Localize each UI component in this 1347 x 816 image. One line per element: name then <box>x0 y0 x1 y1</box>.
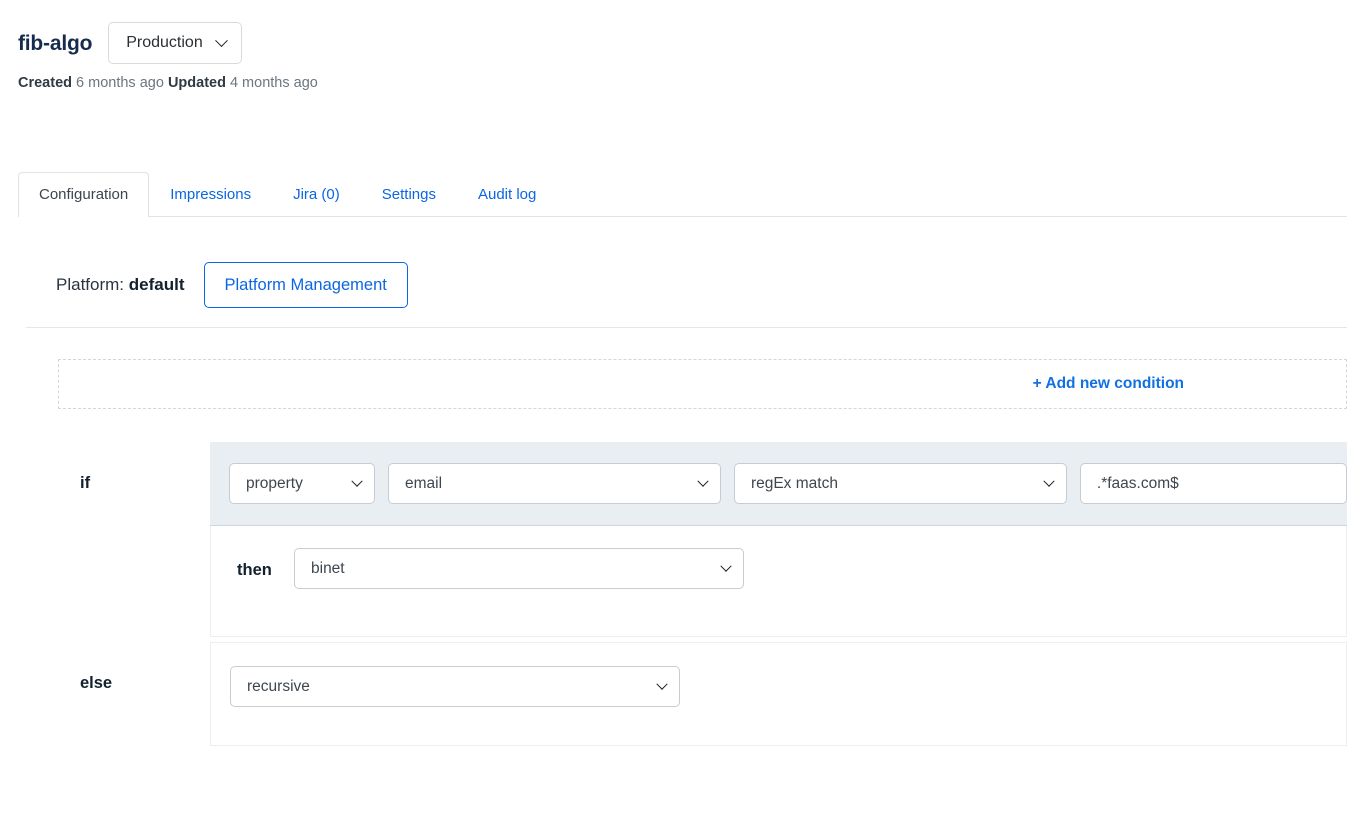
environment-value: Production <box>126 34 203 51</box>
tab-audit-log-label: Audit log <box>477 186 537 203</box>
tab-bar: Configuration Impressions Jira (0) Setti… <box>18 172 1347 217</box>
chevron-down-icon <box>351 475 363 487</box>
tab-impressions[interactable]: Impressions <box>149 172 272 216</box>
operator-select[interactable]: regEx match <box>733 463 1067 504</box>
tab-impressions-label: Impressions <box>170 186 252 203</box>
property-type-value: property <box>246 474 303 492</box>
add-new-condition-link[interactable]: + Add new condition <box>1033 375 1184 393</box>
condition-value-text: .*faas.com$ <box>1096 474 1179 492</box>
property-name-select[interactable]: email <box>387 463 721 504</box>
tab-configuration[interactable]: Configuration <box>18 172 150 217</box>
tab-jira-label: Jira (0) <box>293 186 340 203</box>
then-value: binet <box>311 559 345 577</box>
page-header: fib-algo Production Created 6 months ago… <box>18 22 318 91</box>
chevron-down-icon <box>1043 475 1055 487</box>
chevron-down-icon <box>697 475 709 487</box>
platform-label: Platform: default <box>56 275 185 295</box>
property-name-value: email <box>404 474 443 492</box>
else-value-select[interactable]: recursive <box>230 666 680 707</box>
tab-settings[interactable]: Settings <box>361 172 457 216</box>
operator-value: regEx match <box>750 474 838 492</box>
created-value: 6 months ago <box>76 75 164 91</box>
updated-value: 4 months ago <box>229 75 318 91</box>
tab-settings-label: Settings <box>381 186 436 203</box>
title-row: fib-algo Production <box>18 22 318 64</box>
condition-value-input[interactable]: .*faas.com$ <box>1079 463 1347 504</box>
environment-dropdown[interactable]: Production <box>108 22 242 64</box>
tab-jira[interactable]: Jira (0) <box>272 172 361 216</box>
platform-management-label: Platform Management <box>224 275 387 294</box>
platform-row: Platform: default Platform Management <box>56 262 408 308</box>
property-type-select[interactable]: property <box>229 463 375 504</box>
updated-label: Updated <box>167 75 226 91</box>
else-block: else recursive <box>0 642 1347 746</box>
platform-management-button[interactable]: Platform Management <box>203 262 408 308</box>
if-row: if property email regEx match .*faas.com… <box>0 442 1347 526</box>
condition-row: property email regEx match .*faas.com$ <box>210 442 1347 526</box>
timestamps-meta: Created 6 months ago Updated 4 months ag… <box>18 75 318 91</box>
rule-block: if property email regEx match .*faas.com… <box>0 442 1347 637</box>
chevron-down-icon <box>214 33 228 47</box>
then-label: then <box>237 561 272 579</box>
page-root: fib-algo Production Created 6 months ago… <box>0 0 1347 816</box>
else-label: else <box>80 674 113 692</box>
section-divider <box>26 327 1347 328</box>
add-condition-dropzone: + Add new condition <box>58 359 1347 409</box>
platform-label-prefix: Platform: <box>56 275 125 294</box>
tab-audit-log[interactable]: Audit log <box>457 172 557 216</box>
page-title: fib-algo <box>18 31 93 55</box>
chevron-down-icon <box>656 678 668 690</box>
platform-name: default <box>128 275 185 294</box>
tab-configuration-label: Configuration <box>39 186 129 203</box>
else-value: recursive <box>247 677 310 695</box>
then-row: then binet <box>210 526 1347 637</box>
else-row: recursive <box>210 642 1347 746</box>
created-label: Created <box>18 75 72 91</box>
chevron-down-icon <box>720 560 732 572</box>
if-label: if <box>80 474 91 492</box>
then-value-select[interactable]: binet <box>294 548 744 589</box>
